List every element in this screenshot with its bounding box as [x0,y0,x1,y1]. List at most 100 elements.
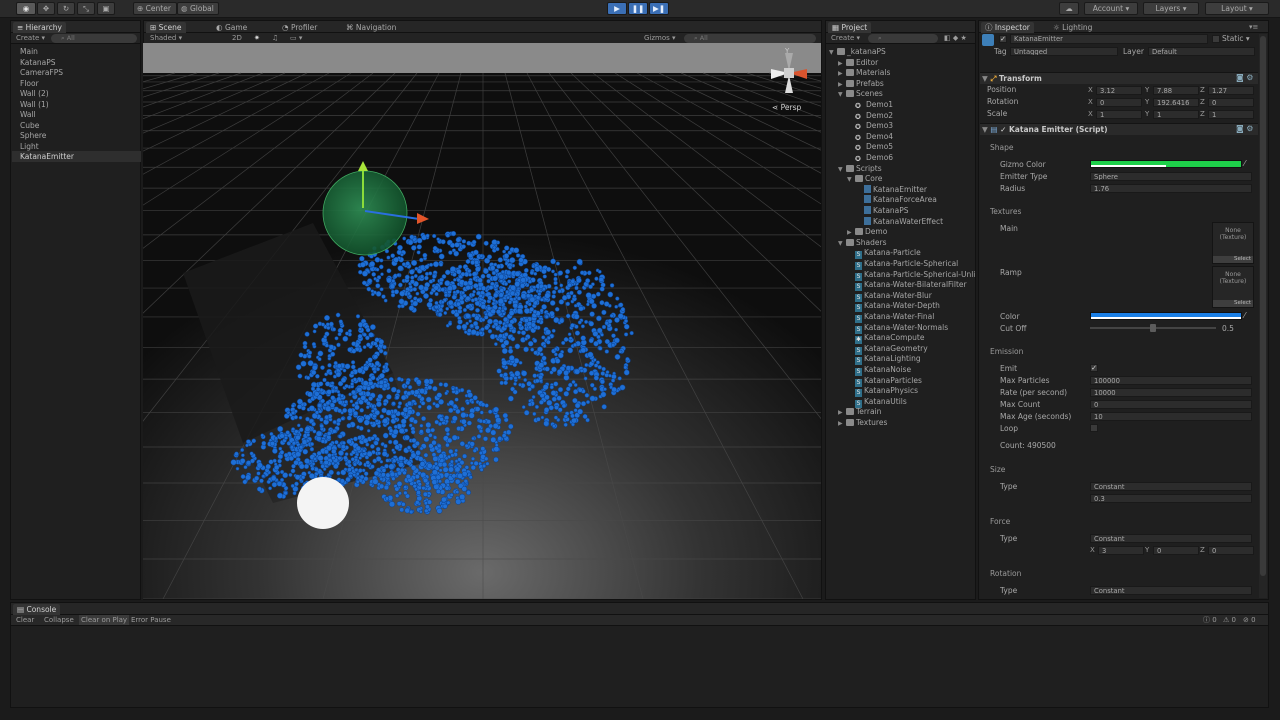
rotation-y-input[interactable]: 192.6416 [1153,98,1199,107]
expand-down-icon[interactable]: ▼ [838,89,846,100]
tab-game[interactable]: ◐ Game [212,22,251,33]
ramp-texture-select-button[interactable]: Select [1213,300,1253,307]
project-item[interactable]: ▶ Prefabs [838,78,884,89]
pivot-global-button[interactable]: ◍ Global [177,2,219,15]
cutoff-value[interactable]: 0.5 [1222,323,1234,334]
emitter-settings-icon[interactable]: ◙ ⚙ [1236,124,1253,133]
project-create-button[interactable]: Create ▾ [831,33,860,43]
hierarchy-item[interactable]: KatanaPS [12,57,141,68]
project-item[interactable]: S KatanaPhysics [847,385,918,398]
expand-down-icon[interactable]: ▼ [838,238,846,249]
project-item[interactable]: KatanaForceArea [856,194,937,205]
hierarchy-item[interactable]: Wall [12,109,141,120]
project-item[interactable]: S Katana-Water-Final [847,311,934,323]
project-item[interactable]: ✪ Demo5 [847,141,893,152]
object-name-input[interactable]: KatanaEmitter [1010,34,1208,44]
project-item[interactable]: S Katana-Water-Depth [847,300,940,313]
ramp-texture-slot[interactable]: None (Texture) Select [1212,266,1254,308]
rotate-tool-button[interactable]: ↻ [57,2,75,15]
project-item[interactable]: ✪ Demo2 [847,110,893,121]
position-y-input[interactable]: 7.88 [1153,86,1199,95]
error-count-badge[interactable]: ⊘ 0 [1243,615,1256,625]
cutoff-slider-thumb[interactable] [1150,324,1156,332]
project-item[interactable]: KatanaWaterEffect [856,216,943,227]
shading-mode-dropdown[interactable]: Shaded ▾ [150,33,182,43]
project-item[interactable]: ✪ Demo6 [847,152,893,163]
project-item[interactable]: ✪ Demo3 [847,120,893,131]
expand-down-icon[interactable]: ▼ [829,47,837,58]
inspector-scrollbar[interactable] [1259,34,1267,598]
scene-viewport[interactable]: Y ⋖ Persp [143,43,821,599]
pivot-center-button[interactable]: ⊕ Center [133,2,177,15]
project-item[interactable]: S KatanaParticles [847,375,922,387]
info-count-badge[interactable]: ⓘ 0 [1203,615,1217,625]
emitter-enabled-check[interactable]: ✓ [1000,125,1009,134]
project-item[interactable]: ▼ Scripts [838,163,882,174]
tab-navigation[interactable]: ⌘ Navigation [342,22,400,33]
project-item[interactable]: S Katana-Particle-Spherical-Unli [847,269,975,281]
hierarchy-item[interactable]: Cube [12,120,141,131]
hierarchy-item[interactable]: Floor [12,78,141,89]
transform-help-icon[interactable]: ◙ ⚙ [1236,73,1253,82]
force-x-input[interactable]: 3 [1098,546,1144,555]
cloud-button[interactable]: ☁ [1059,2,1079,15]
size-value-input[interactable]: 0.3 [1090,494,1252,503]
scene-search-input[interactable]: ⌕ All [684,34,816,43]
image-icon[interactable]: ▭ ▾ [290,33,302,43]
tab-inspector[interactable]: ⓘ Inspector [981,22,1034,33]
force-type-dropdown[interactable]: Constant [1090,534,1252,543]
project-item[interactable]: S KatanaNoise [847,364,911,376]
hierarchy-create-button[interactable]: Create ▾ [16,33,45,43]
tab-hierarchy[interactable]: ≡ Hierarchy [13,22,66,33]
project-item[interactable]: KatanaEmitter [856,184,927,195]
project-item[interactable]: ▼ Scenes [838,88,883,99]
rect-tool-button[interactable]: ▣ [97,2,115,15]
emitter-header[interactable]: ▼ ▤ ✓ Katana Emitter (Script) [980,123,1258,135]
tab-lighting[interactable]: ☼ Lighting [1049,22,1096,33]
project-item[interactable]: ▶ Materials [838,67,890,78]
project-item[interactable]: S Katana-Water-BilateralFilter [847,279,967,292]
error-pause-toggle[interactable]: Error Pause [131,615,171,625]
max-particles-input[interactable]: 100000 [1090,376,1252,385]
emit-checkbox[interactable]: ✓ [1090,364,1098,372]
scale-x-input[interactable]: 1 [1096,110,1142,119]
max-age-input[interactable]: 10 [1090,412,1252,421]
eyedropper-icon[interactable]: ⁄ [1244,159,1245,168]
tab-console[interactable]: ▤ Console [13,604,61,615]
tab-project[interactable]: ▦ Project [828,22,872,33]
hand-tool-button[interactable]: ◉ [16,2,36,15]
transform-header[interactable]: ▼ ⤢ Transform [980,72,1258,84]
move-tool-button[interactable]: ✥ [37,2,55,15]
project-item[interactable]: ▼ Core [847,173,882,184]
loop-checkbox[interactable] [1090,424,1098,432]
layers-dropdown[interactable]: Layers ▾ [1143,2,1199,15]
filter-icon[interactable]: ◧ ◆ ★ [944,33,967,43]
inspector-scroll-thumb[interactable] [1260,36,1266,576]
main-texture-select-button[interactable]: Select [1213,256,1253,263]
expand-down-icon[interactable]: ▼ [847,174,855,185]
project-item[interactable]: ▶ Editor [838,57,878,68]
emitter-gizmo-sphere[interactable] [322,170,408,256]
project-item[interactable]: S Katana-Particle [847,247,921,260]
hierarchy-search-input[interactable]: ⌕ All [51,34,137,43]
console-collapse-button[interactable]: Collapse [44,615,74,625]
project-item[interactable]: S KatanaUtils [847,396,907,408]
tab-scene[interactable]: ⊞ Scene [146,22,186,33]
project-item[interactable]: S Katana-Water-Normals [847,322,948,334]
hierarchy-item[interactable]: KatanaEmitter [12,151,141,162]
position-x-input[interactable]: 3.12 [1096,86,1142,95]
orientation-gizmo[interactable]: Y [765,47,813,97]
perspective-label[interactable]: ⋖ Persp [772,103,801,112]
step-button[interactable]: ▶❚ [649,2,669,15]
tag-dropdown[interactable]: Untagged [1010,47,1118,56]
hierarchy-item[interactable]: CameraFPS [12,67,141,78]
expand-down-icon[interactable]: ▼ [838,164,846,175]
layout-dropdown[interactable]: Layout ▾ [1205,2,1269,15]
project-item[interactable]: ✪ Demo4 [847,131,893,142]
layer-dropdown[interactable]: Default [1148,47,1255,56]
sun-icon[interactable]: ✷ [254,33,260,43]
project-item[interactable]: ▶ Demo [847,226,887,237]
pause-button[interactable]: ❚❚ [628,2,648,15]
rate-input[interactable]: 10000 [1090,388,1252,397]
rotation-type-dropdown[interactable]: Constant [1090,586,1252,595]
